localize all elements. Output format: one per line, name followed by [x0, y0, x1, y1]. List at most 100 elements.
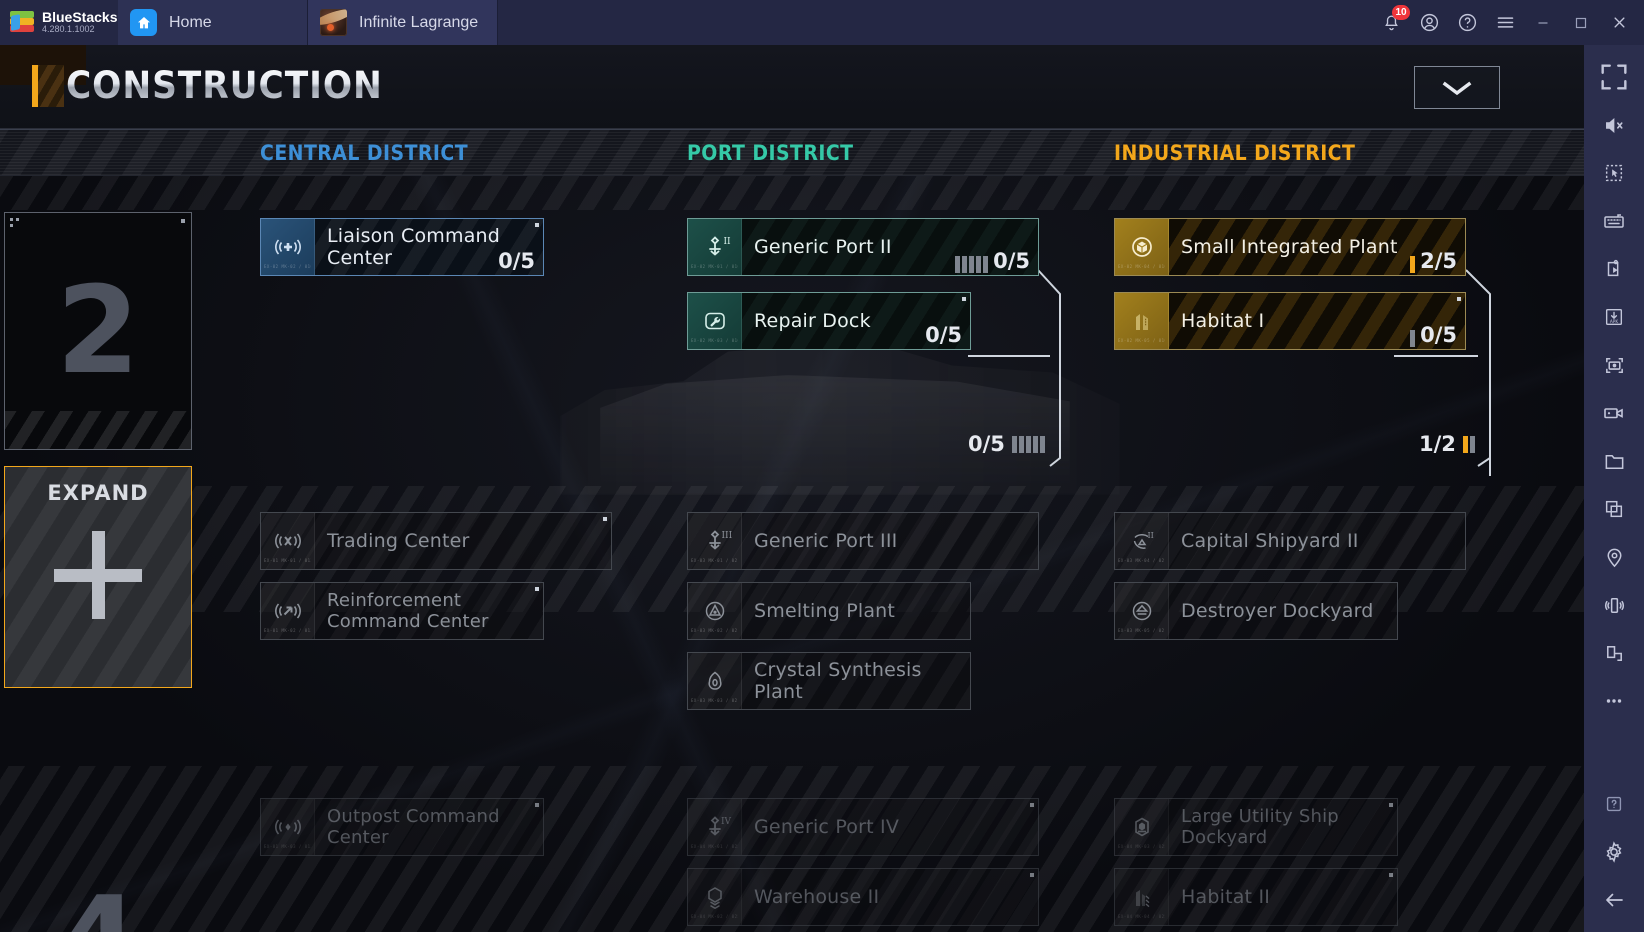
svg-text:III: III [721, 531, 732, 541]
corner-marker [535, 223, 539, 227]
building-card-large-utility-ship-dockyard[interactable]: EX-04 MK-03 / 0255 Large Utility Ship Do… [1114, 798, 1398, 856]
notifications-button[interactable]: 10 [1372, 0, 1410, 45]
collapse-panel-button[interactable] [1414, 66, 1500, 109]
building-card-generic-port-ii[interactable]: II EX-02 MK-01 / 01668 Generic Port II 0… [687, 218, 1039, 276]
expand-button[interactable]: EXPAND [4, 466, 192, 688]
building-card-repair-dock[interactable]: EX-02 MK-03 / 01668 Repair Dock 0/5 [687, 292, 971, 350]
district-header-strip: CENTRAL DISTRICT PORT DISTRICT INDUSTRIA… [0, 129, 1584, 176]
building-card-capital-shipyard-ii[interactable]: II EX-03 MK-04 / 0211 Capital Shipyard I… [1114, 512, 1466, 570]
building-card-generic-port-iii[interactable]: III EX-03 MK-01 / 0211 Generic Port III [687, 512, 1039, 570]
building-card-reinforcement-command-center[interactable]: EX-01 MK-02 / 01388 Reinforcement Comman… [260, 582, 544, 640]
game-thumbnail [320, 9, 347, 36]
building-name: Generic Port III [754, 530, 898, 552]
card-micro-text: EX-04 MK-01 / 0255 [691, 844, 738, 849]
corner-marker [1030, 873, 1034, 877]
gear-icon[interactable] [1590, 828, 1638, 876]
building-card-small-integrated-plant[interactable]: EX-02 MK-04 / 01668 Small Integrated Pla… [1114, 218, 1466, 276]
building-card-generic-port-iv[interactable]: IV EX-04 MK-01 / 0255 Generic Port IV [687, 798, 1039, 856]
corner-marker [10, 218, 13, 221]
habitat-2-icon: EX-04 MK-04 / 0255 [1115, 869, 1169, 925]
minimize-button[interactable] [1524, 0, 1562, 45]
account-button[interactable] [1410, 0, 1448, 45]
card-micro-text: EX-03 MK-03 / 0211 [691, 698, 738, 703]
building-card-smelting-plant[interactable]: EX-03 MK-02 / 0211 Smelting Plant [687, 582, 971, 640]
question-box-icon[interactable] [1590, 780, 1638, 828]
folder-icon[interactable] [1590, 437, 1638, 485]
card-micro-text: EX-02 MK-05 / 01668 [1118, 338, 1165, 343]
building-name: Outpost Command Center [327, 806, 500, 848]
video-camera-icon[interactable] [1590, 389, 1638, 437]
building-name: Reinforcement Command Center [327, 590, 489, 632]
building-name: Smelting Plant [754, 600, 896, 622]
crystal-icon: EX-03 MK-03 / 0211 [688, 653, 742, 709]
outpost-icon: EX-01 MK-03 / 01388 [261, 799, 315, 855]
building-name: Habitat II [1181, 886, 1271, 908]
maximize-button[interactable] [1562, 0, 1600, 45]
progress-pips [955, 256, 989, 273]
apk-download-icon[interactable]: APK [1590, 293, 1638, 341]
building-name: Capital Shipyard II [1181, 530, 1359, 552]
building-count: 0/5 [955, 249, 1030, 273]
svg-text:II: II [1147, 531, 1153, 540]
clipboard-play-icon[interactable] [1590, 245, 1638, 293]
building-card-liaison-command-center[interactable]: EX-02 MK-02 / 01668 Liaison Command Cent… [260, 218, 544, 276]
camera-icon[interactable] [1590, 341, 1638, 389]
speaker-muted-icon[interactable] [1590, 101, 1638, 149]
fullscreen-icon[interactable] [1590, 53, 1638, 101]
card-micro-text: EX-03 MK-05 / 0211 [1118, 628, 1165, 633]
building-count: 0/5 [498, 249, 535, 273]
building-count: 0/5 [925, 323, 962, 347]
level-panel-4[interactable]: 4 [4, 816, 192, 932]
building-count: 0/5 [1410, 323, 1457, 347]
progress-pips [1410, 330, 1416, 347]
shake-device-icon[interactable] [1590, 581, 1638, 629]
building-card-crystal-synthesis-plant[interactable]: EX-03 MK-03 / 0211 Crystal Synthesis Pla… [687, 652, 971, 710]
titlebar-controls: 10 [1372, 0, 1644, 45]
close-button[interactable] [1600, 0, 1638, 45]
keyboard-icon[interactable] [1590, 197, 1638, 245]
ellipsis-icon[interactable] [1590, 677, 1638, 725]
chevron-down-icon [1442, 81, 1472, 95]
tab-infinite-lagrange[interactable]: Infinite Lagrange [308, 0, 498, 45]
district-title-industrial: INDUSTRIAL DISTRICT [1114, 141, 1356, 165]
building-card-habitat-ii[interactable]: EX-04 MK-04 / 0255 Habitat II [1114, 868, 1398, 926]
menu-button[interactable] [1486, 0, 1524, 45]
rotate-screen-icon[interactable] [1590, 629, 1638, 677]
arrow-left-icon[interactable] [1590, 876, 1638, 924]
trading-center-icon: EX-01 MK-01 / 01388 [261, 513, 315, 569]
card-micro-text: EX-02 MK-01 / 01668 [691, 264, 738, 269]
corner-marker [1030, 803, 1034, 807]
game-viewport: CONSTRUCTION CENTRAL DISTRICT PORT DISTR… [0, 45, 1584, 932]
smelting-icon: EX-03 MK-02 / 0211 [688, 583, 742, 639]
map-pin-icon[interactable] [1590, 533, 1638, 581]
corner-marker [1457, 297, 1461, 301]
anchor-4-icon: IV EX-04 MK-01 / 0255 [688, 799, 742, 855]
habitat-icon: EX-02 MK-05 / 01668 [1115, 293, 1169, 349]
count-value: 0/5 [1420, 323, 1457, 347]
bluestacks-sidebar: APK [1584, 45, 1644, 932]
building-name: Large Utility Ship Dockyard [1181, 806, 1339, 848]
count-value: 0/5 [925, 323, 962, 347]
card-micro-text: EX-04 MK-04 / 0255 [1118, 914, 1165, 919]
count-value: 0/5 [498, 249, 535, 273]
svg-text:II: II [723, 237, 731, 247]
building-card-destroyer-dockyard[interactable]: EX-03 MK-05 / 0211 Destroyer Dockyard [1114, 582, 1398, 640]
district-title-central: CENTRAL DISTRICT [260, 141, 469, 165]
building-card-habitat-i[interactable]: EX-02 MK-05 / 01668 Habitat I 0/5 [1114, 292, 1466, 350]
summary-value: 1/2 [1419, 432, 1456, 456]
warehouse-icon: EX-04 MK-02 / 0255 [688, 869, 742, 925]
svg-text:IV: IV [721, 817, 732, 827]
level-panel-2[interactable]: 2 [4, 212, 192, 450]
district-summary-industrial: 1/2 [1419, 432, 1475, 456]
tab-home[interactable]: Home [118, 0, 308, 45]
building-card-outpost-command-center[interactable]: EX-01 MK-03 / 01388 Outpost Command Cent… [260, 798, 544, 856]
help-button[interactable] [1448, 0, 1486, 45]
title-hazard-stripe [38, 64, 64, 107]
copy-windows-icon[interactable] [1590, 485, 1638, 533]
marquee-cursor-icon[interactable] [1590, 149, 1638, 197]
building-card-warehouse-ii[interactable]: EX-04 MK-02 / 0255 Warehouse II [687, 868, 1039, 926]
capital-shipyard-icon: II EX-03 MK-04 / 0211 [1115, 513, 1169, 569]
corner-marker [962, 297, 966, 301]
building-card-trading-center[interactable]: EX-01 MK-01 / 01388 Trading Center [260, 512, 612, 570]
brand-name: BlueStacks [42, 9, 118, 25]
